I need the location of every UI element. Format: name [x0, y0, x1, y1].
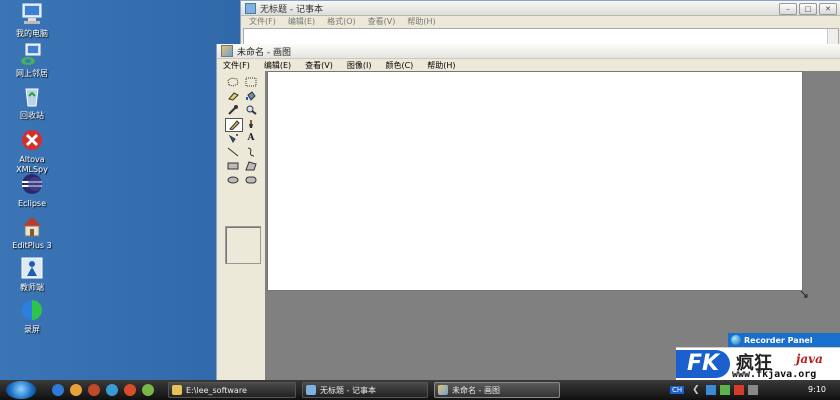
eraser-icon[interactable]	[225, 90, 241, 102]
notepad-icon	[306, 385, 316, 395]
quicklaunch-media-icon[interactable]	[88, 384, 100, 396]
tray-arrow-icon[interactable]: ❮	[692, 385, 700, 395]
desktop-icon-label: EditPlus 3	[12, 241, 52, 250]
notepad-window[interactable]: 无标题 - 记事本 – □ ✕ 文件(F) 编辑(E) 格式(O) 查看(V) …	[240, 0, 840, 48]
menu-view[interactable]: 查看(V)	[305, 60, 333, 71]
fk-url: www.fkjava.org	[732, 369, 817, 380]
ellipse-tool-icon[interactable]	[225, 174, 241, 186]
paint-icon	[438, 385, 448, 395]
xmlspy-icon	[19, 128, 45, 152]
menu-file[interactable]: 文件(F)	[223, 60, 250, 71]
magnifier-icon[interactable]	[243, 104, 259, 116]
fk-java-text: java	[796, 352, 823, 366]
language-indicator[interactable]: CH	[670, 386, 685, 394]
rounded-rectangle-tool-icon[interactable]	[243, 174, 259, 186]
desktop-icon-recycle-bin[interactable]: 回收站	[6, 84, 58, 121]
recycle-bin-icon	[19, 84, 45, 108]
folder-icon	[172, 385, 182, 395]
menu-file[interactable]: 文件(F)	[249, 16, 276, 27]
quicklaunch-firefox-icon[interactable]	[70, 384, 82, 396]
quicklaunch-app-icon[interactable]	[124, 384, 136, 396]
airbrush-icon[interactable]	[225, 132, 241, 144]
recorder-title: Recorder Panel	[744, 335, 813, 345]
tool-options-box[interactable]	[225, 226, 261, 264]
desktop-icon-label: 回收站	[20, 111, 44, 120]
notepad-scrollbar[interactable]	[827, 29, 838, 44]
notepad-icon	[245, 2, 256, 14]
desktop-icon-eclipse[interactable]: Eclipse	[6, 172, 58, 209]
notepad-titlebar[interactable]: 无标题 - 记事本	[241, 1, 840, 16]
pencil-icon[interactable]	[225, 118, 243, 132]
tray-network-icon[interactable]	[705, 385, 716, 395]
task-label: 无标题 - 记事本	[320, 385, 376, 395]
brush-icon[interactable]	[243, 118, 259, 130]
network-icon	[19, 42, 45, 66]
desktop-icon-xmlspy[interactable]: Altova XMLSpy	[6, 128, 58, 175]
color-picker-icon[interactable]	[225, 104, 241, 116]
eclipse-icon	[19, 172, 45, 196]
menu-image[interactable]: 图像(I)	[347, 60, 372, 71]
quicklaunch-desktop-icon[interactable]	[106, 384, 118, 396]
paint-canvas[interactable]	[267, 71, 803, 291]
recorder-panel[interactable]: Recorder Panel	[728, 333, 840, 347]
paint-title: 未命名 - 画图	[237, 47, 291, 58]
tray-app-icon[interactable]	[733, 385, 744, 395]
menu-view[interactable]: 查看(V)	[368, 16, 396, 27]
menu-help[interactable]: 帮助(H)	[427, 60, 455, 71]
task-label: 未命名 - 画图	[452, 385, 500, 395]
task-label: E:\lee_software	[186, 385, 247, 395]
editplus-icon	[19, 214, 45, 238]
desktop-icon-teacher[interactable]: 教师端	[6, 256, 58, 293]
desktop-icon-label: 教师端	[20, 283, 44, 292]
maximize-button[interactable]: □	[799, 3, 817, 15]
resize-cursor-icon[interactable]: ↘	[799, 287, 811, 301]
paint-icon	[221, 45, 233, 57]
polygon-tool-icon[interactable]	[243, 160, 259, 172]
desktop-icon-my-computer[interactable]: 我的电脑	[6, 2, 58, 39]
free-select-icon[interactable]	[225, 76, 241, 88]
fk-logo: FK	[676, 350, 730, 378]
notepad-menubar: 文件(F) 编辑(E) 格式(O) 查看(V) 帮助(H)	[241, 16, 840, 27]
desktop-icon-label: 录屏	[24, 325, 40, 334]
fk-banner: FK 疯狂 java www.fkjava.org	[676, 347, 840, 381]
clock[interactable]: 9:10	[808, 385, 826, 394]
tray-volume-icon[interactable]	[747, 385, 758, 395]
start-button[interactable]	[6, 381, 36, 399]
menu-colors[interactable]: 颜色(C)	[385, 60, 413, 71]
paint-window[interactable]: 未命名 - 画图 文件(F) 编辑(E) 查看(V) 图像(I) 颜色(C) 帮…	[216, 44, 840, 380]
taskbar-item-paint[interactable]: 未命名 - 画图	[434, 382, 560, 398]
notepad-title: 无标题 - 记事本	[260, 4, 323, 15]
recorder-ball-icon	[731, 335, 741, 345]
desktop-icon-network[interactable]: 网上邻居	[6, 42, 58, 79]
taskbar-item-folder[interactable]: E:\lee_software	[168, 382, 296, 398]
paint-titlebar[interactable]: 未命名 - 画图	[217, 44, 840, 59]
tray-security-icon[interactable]	[719, 385, 730, 395]
taskbar: E:\lee_software 无标题 - 记事本 未命名 - 画图 CH ❮ …	[0, 380, 840, 400]
quicklaunch-app2-icon[interactable]	[142, 384, 154, 396]
line-tool-icon[interactable]	[225, 146, 241, 158]
quicklaunch-ie-icon[interactable]	[52, 384, 64, 396]
rect-select-icon[interactable]	[243, 76, 259, 88]
desktop-icon-label: 网上邻居	[16, 69, 48, 78]
minimize-button[interactable]: –	[779, 3, 797, 15]
text-tool-icon[interactable]: A	[243, 132, 259, 144]
my-computer-icon	[19, 2, 45, 26]
menu-format[interactable]: 格式(O)	[327, 16, 356, 27]
screen-record-icon	[19, 298, 45, 322]
desktop-icon-label: Eclipse	[17, 199, 47, 208]
menu-edit[interactable]: 编辑(E)	[288, 16, 315, 27]
menu-help[interactable]: 帮助(H)	[407, 16, 435, 27]
desktop-icon-editplus[interactable]: EditPlus 3	[6, 214, 58, 251]
taskbar-item-notepad[interactable]: 无标题 - 记事本	[302, 382, 428, 398]
menu-edit[interactable]: 编辑(E)	[264, 60, 291, 71]
teacher-icon	[19, 256, 45, 280]
curve-tool-icon[interactable]	[243, 146, 259, 158]
desktop-icon-label: 我的电脑	[16, 29, 48, 38]
close-button[interactable]: ✕	[819, 3, 837, 15]
desktop-icon-screen-record[interactable]: 录屏	[6, 298, 58, 335]
notepad-text-area[interactable]	[243, 28, 839, 45]
rectangle-tool-icon[interactable]	[225, 160, 241, 172]
fill-bucket-icon[interactable]	[243, 90, 259, 102]
